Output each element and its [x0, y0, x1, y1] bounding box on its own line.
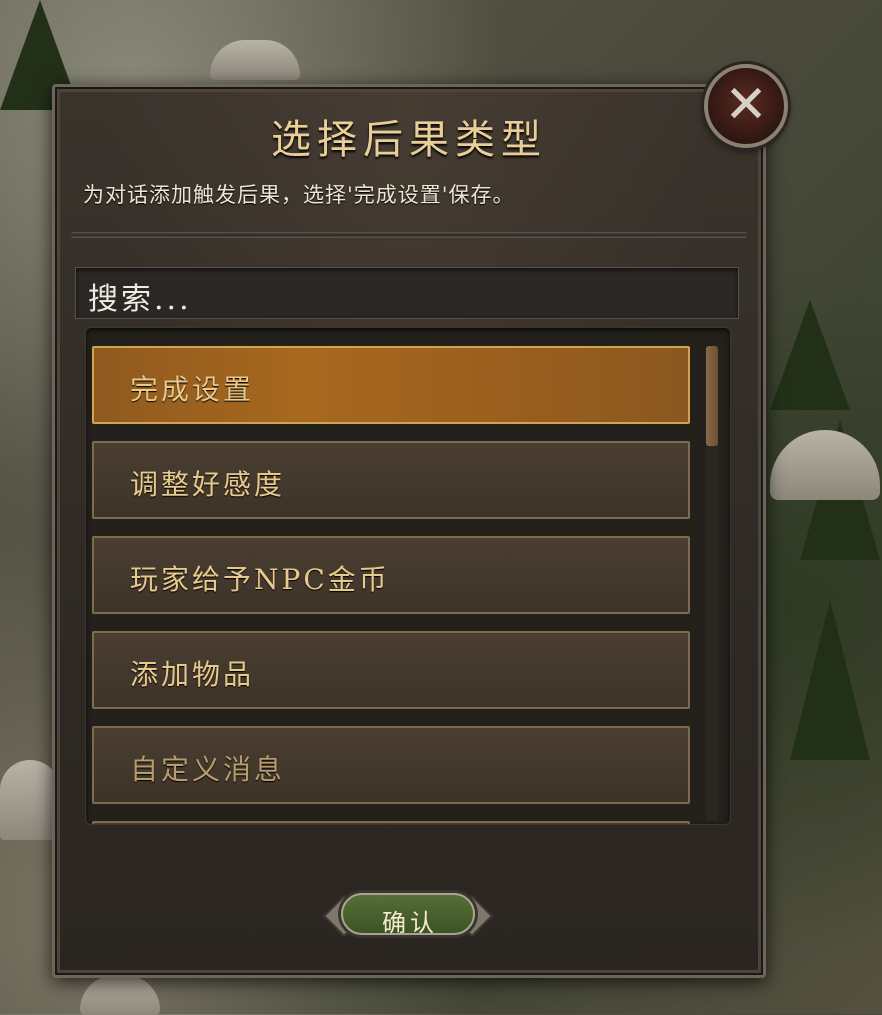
list-item-finish-setup[interactable]: 完成设置: [92, 346, 690, 424]
confirm-label: 确认: [382, 909, 438, 937]
tree-decoration: [790, 600, 870, 760]
list-item-label: 自定义消息: [130, 753, 286, 786]
search-placeholder: 搜索...: [88, 282, 192, 317]
confirm-button[interactable]: 确认: [322, 887, 494, 941]
close-button[interactable]: ✕: [704, 64, 788, 148]
close-x-icon: ✕: [724, 75, 768, 135]
list-item-give-gold[interactable]: 玩家给予NPC金币: [92, 536, 690, 614]
list-item-label: 添加物品: [130, 658, 255, 691]
consequence-list[interactable]: 完成设置 调整好感度 玩家给予NPC金币 添加物品 自定义消息: [85, 327, 731, 825]
list-item-label: 完成设置: [130, 373, 255, 406]
dialog-subtitle: 为对话添加触发后果，选择'完成设置'保存。: [83, 183, 515, 207]
list-item-label: 玩家给予NPC金币: [130, 563, 390, 596]
confirm-button-body[interactable]: 确认: [341, 893, 475, 937]
consequence-type-dialog: 选择后果类型 为对话添加触发后果，选择'完成设置'保存。 搜索... 完成设置 …: [52, 84, 766, 978]
search-input[interactable]: 搜索...: [75, 267, 739, 319]
list-item-adjust-favor[interactable]: 调整好感度: [92, 441, 690, 519]
divider: [71, 232, 747, 238]
list-item-add-item[interactable]: 添加物品: [92, 631, 690, 709]
tent-decoration: [80, 975, 160, 1015]
list-item-label: 调整好感度: [130, 468, 286, 501]
scrollbar[interactable]: [706, 346, 718, 821]
tent-decoration: [0, 760, 60, 840]
list-item-custom-message[interactable]: 自定义消息: [92, 726, 690, 804]
dialog-title: 选择后果类型: [271, 117, 547, 163]
tree-decoration: [770, 300, 850, 410]
scrollbar-thumb[interactable]: [706, 346, 718, 446]
tent-decoration: [210, 40, 300, 80]
list-item-partial[interactable]: [92, 821, 690, 824]
